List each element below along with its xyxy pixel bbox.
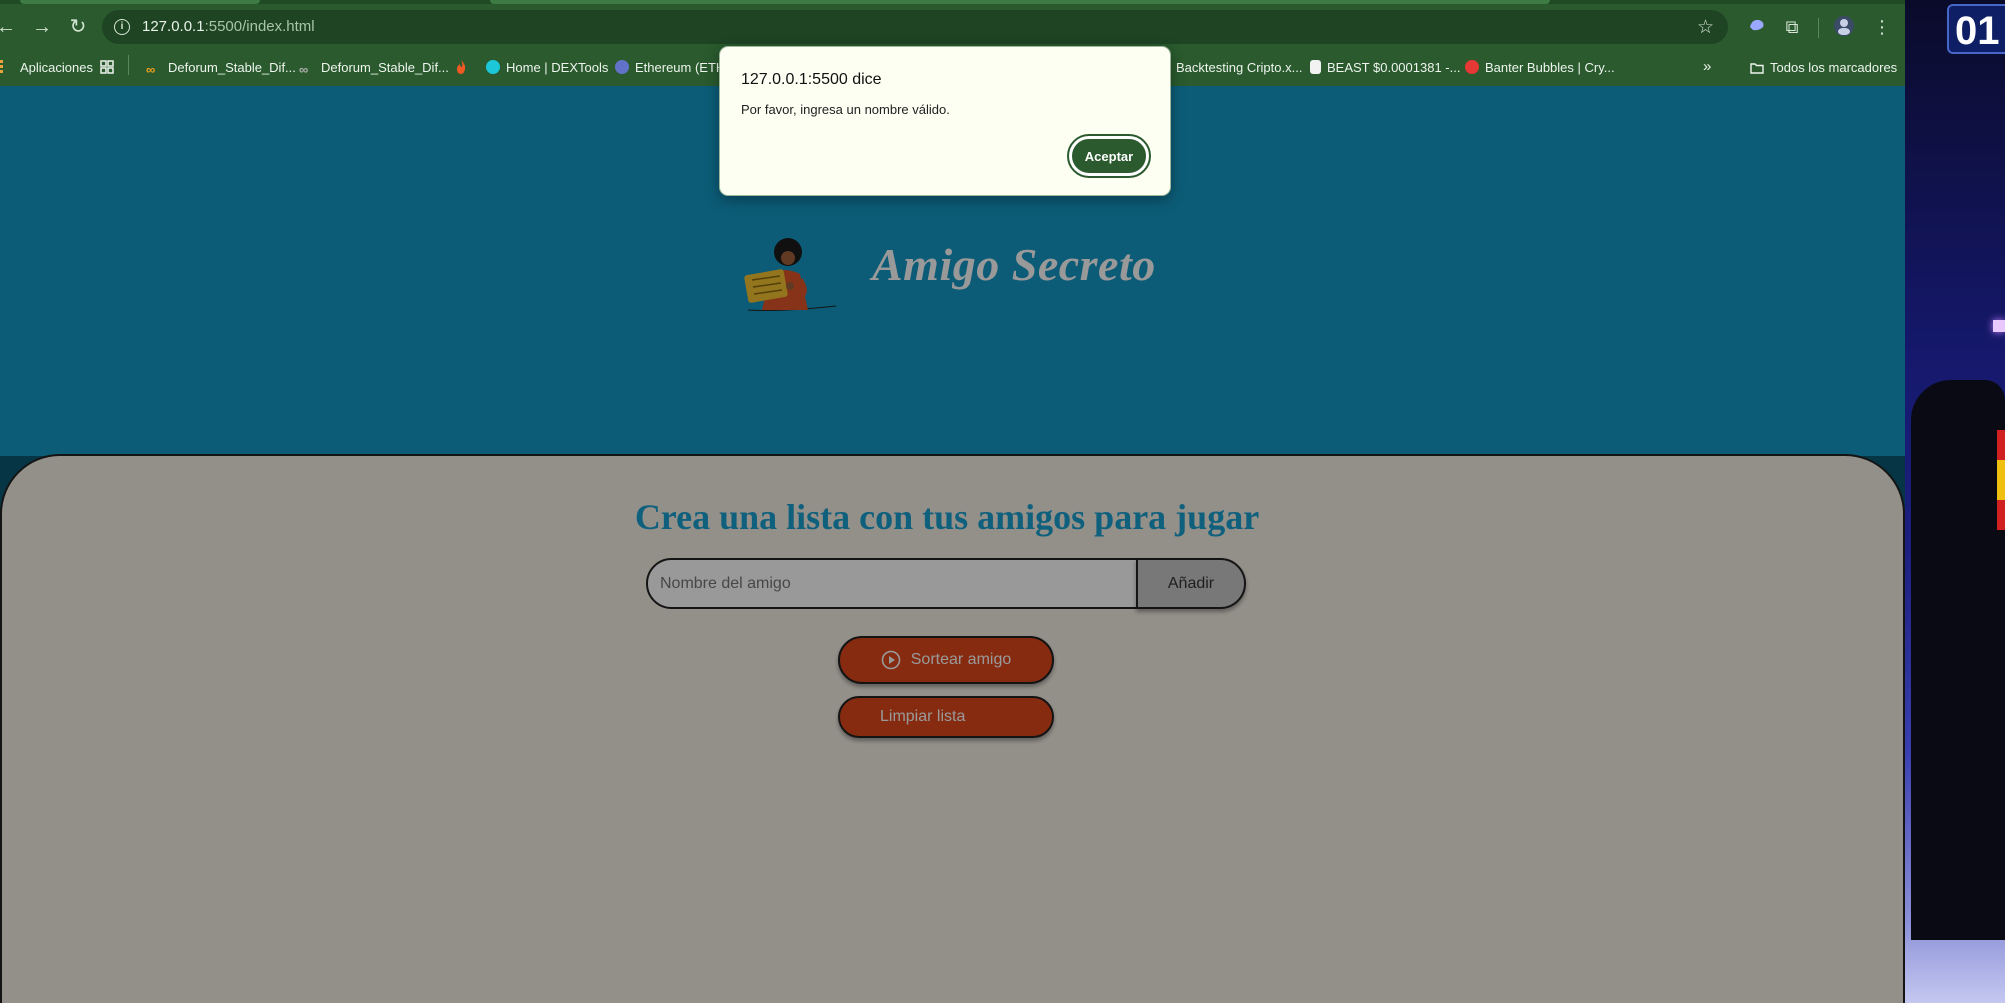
page-title: Amigo Secreto [872,239,1156,290]
bookmark-label: Aplicaciones [20,60,93,75]
beast-icon [1310,60,1321,74]
url-path: :5500/index.html [204,18,315,35]
grid-icon [100,60,114,74]
banter-bubbles-icon [1465,60,1479,74]
all-bookmarks-folder[interactable]: Todos los marcadores [1750,60,1897,76]
extension-gemini-icon[interactable] [1745,15,1769,39]
folder-icon [1750,62,1764,76]
ethereum-icon [615,60,629,74]
alert-dialog: 127.0.0.1:5500 dice Por favor, ingresa u… [719,46,1171,196]
bookmark-label: Banter Bubbles | Cry... [1485,60,1615,75]
dextools-icon [486,60,500,74]
bookmark-backtesting[interactable]: Backtesting Cripto.x... [1176,60,1302,75]
section-subtitle: Crea una lista con tus amigos para jugar [634,497,1260,537]
play-circle-icon [881,650,901,670]
bookmark-deforum-2[interactable]: ∞ Deforum_Stable_Dif... [299,60,449,77]
add-friend-button[interactable]: Añadir [1136,558,1246,609]
dialog-message: Por favor, ingresa un nombre válido. [741,102,950,117]
fire-icon [455,60,469,74]
site-info-icon[interactable]: i [114,19,130,35]
bookmark-apps[interactable]: Aplicaciones [0,60,93,75]
colab-icon: ∞ [299,62,309,77]
bookmark-label: Deforum_Stable_Dif... [168,60,296,75]
bookmark-label: Home | DEXTools [506,60,609,75]
dialog-accept-button[interactable]: Aceptar [1067,134,1151,178]
dialog-title: 127.0.0.1:5500 dice [741,71,882,88]
profile-avatar-icon[interactable] [1832,15,1856,39]
bookmark-fire[interactable] [455,60,475,75]
more-bookmarks-icon[interactable]: » [1703,58,1711,75]
back-icon[interactable]: ← [0,15,18,39]
amigo-secreto-logo-icon [740,236,837,312]
colab-icon: ∞ [146,62,156,77]
all-bookmarks-label: Todos los marcadores [1770,60,1898,75]
reload-icon[interactable]: ↻ [66,15,90,39]
url-host: 127.0.0.1 [142,18,205,35]
toolbar: ← → ↻ i 127.0.0.1:5500/index.html ☆ ⧉ ⋮ [0,4,1905,50]
bookmark-deforum-1[interactable]: ∞ Deforum_Stable_Dif... [146,60,296,77]
apps-grid-icon [0,60,14,74]
side-video-panel[interactable]: 01 [1905,0,2005,1003]
stage-light [1993,320,2005,332]
bookmark-banter-bubbles[interactable]: Banter Bubbles | Cry... [1465,60,1615,75]
bookmark-star-icon[interactable]: ☆ [1697,16,1714,39]
bookmark-label: BEAST $0.0001381 -... [1327,60,1461,75]
video-badge: 01 [1947,4,2005,54]
toolbar-separator [1818,18,1819,38]
bookmark-separator [128,55,129,75]
bookmark-apps-grid[interactable] [100,60,120,75]
bookmark-dextools[interactable]: Home | DEXTools [486,60,608,75]
friend-name-input[interactable] [646,558,1138,609]
extensions-puzzle-icon[interactable]: ⧉ [1780,15,1804,39]
forward-icon[interactable]: → [30,15,54,39]
url-text[interactable]: 127.0.0.1:5500/index.html [142,18,315,35]
video-figure [1911,380,2005,940]
clear-list-button[interactable]: Limpiar lista [838,696,1054,738]
bookmark-beast[interactable]: BEAST $0.0001381 -... [1310,60,1460,75]
bookmark-label: Backtesting Cripto.x... [1176,60,1303,75]
draw-friend-button[interactable]: Sortear amigo [838,636,1054,684]
video-flag-strip-yellow [1997,460,2005,500]
bookmark-label: Ethereum (ETH) [635,60,730,75]
address-bar[interactable]: i 127.0.0.1:5500/index.html ☆ [102,10,1728,44]
web-page: Amigo Secreto Crea una lista con tus ami… [0,86,1905,1003]
bookmark-ethereum[interactable]: Ethereum (ETH) [615,60,730,75]
menu-kebab-icon[interactable]: ⋮ [1870,15,1894,39]
main-card: Crea una lista con tus amigos para jugar… [0,454,1905,1003]
draw-button-label: Sortear amigo [910,651,1012,668]
bookmark-label: Deforum_Stable_Dif... [321,60,449,75]
